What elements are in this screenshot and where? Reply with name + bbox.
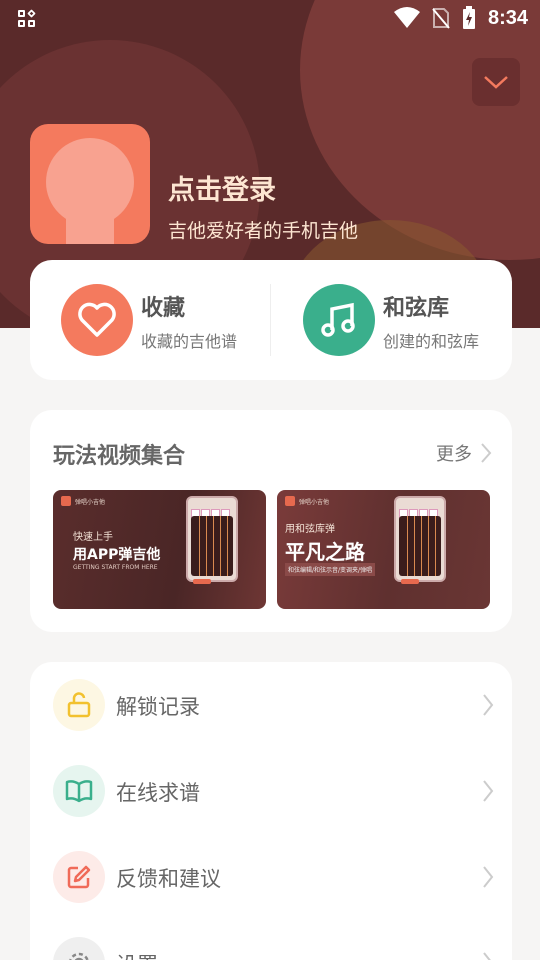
video-line1: 用和弦库弹 (285, 524, 335, 535)
header-dropdown-button[interactable] (472, 58, 520, 106)
favorites-button[interactable]: 收藏 收藏的吉他谱 (61, 284, 261, 356)
menu-item-label: 解锁记录 (116, 695, 200, 719)
menu-item-settings[interactable]: 设置 (30, 920, 512, 960)
menu-item-unlock-records[interactable]: 解锁记录 (30, 662, 512, 748)
section-title: 玩法视频集合 (53, 444, 186, 469)
gear-icon (53, 937, 105, 960)
battery-charging-icon (462, 6, 475, 29)
video-line3: 和弦编辑/和弦示音/变调夹/弹唱 (285, 563, 376, 576)
menu-card: 解锁记录 在线求谱 反馈和建议 设置 (30, 662, 512, 960)
video-thumbnail[interactable]: 弹唱小吉他 用和弦库弹 平凡之路 和弦编辑/和弦示音/变调夹/弹唱 (277, 490, 490, 609)
app-logo-icon (285, 496, 295, 506)
unlock-icon (53, 679, 105, 731)
edit-icon (53, 851, 105, 903)
apps-grid-icon (18, 9, 36, 28)
phone-illustration (186, 496, 238, 584)
menu-item-label: 反馈和建议 (116, 867, 221, 891)
wifi-icon (393, 7, 420, 28)
book-open-icon (53, 765, 105, 817)
more-link[interactable]: 更多 (436, 440, 492, 466)
chord-library-title: 和弦库 (383, 296, 450, 321)
menu-item-label: 在线求谱 (116, 781, 200, 805)
video-thumbnail[interactable]: 弹唱小吉他 快速上手 用APP弹吉他 GETTING START FROM HE… (53, 490, 266, 609)
menu-item-label: 设置 (116, 949, 158, 960)
videos-card: 玩法视频集合 更多 弹唱小吉他 快速上手 用APP弹吉他 GETTING STA… (30, 410, 512, 632)
status-bar: 8:34 (0, 0, 540, 36)
heart-icon (61, 284, 133, 356)
video-line1: 快速上手 (73, 532, 113, 543)
avatar[interactable] (30, 124, 150, 244)
more-label: 更多 (436, 444, 472, 465)
menu-item-feedback[interactable]: 反馈和建议 (30, 834, 512, 920)
app-logo-icon (61, 496, 71, 506)
chevron-right-icon (483, 780, 494, 802)
no-sim-icon (432, 8, 450, 29)
chord-library-subtitle: 创建的和弦库 (383, 332, 480, 351)
login-title[interactable]: 点击登录 (168, 168, 276, 207)
phone-illustration (394, 496, 446, 584)
menu-item-request-tabs[interactable]: 在线求谱 (30, 748, 512, 834)
video-line3: GETTING START FROM HERE (73, 564, 158, 571)
chevron-right-icon (481, 443, 492, 463)
chevron-right-icon (483, 694, 494, 716)
chevron-right-icon (483, 952, 491, 960)
chevron-right-icon (483, 866, 494, 888)
quick-actions-card: 收藏 收藏的吉他谱 和弦库 创建的和弦库 (30, 260, 512, 380)
chevron-down-icon (484, 76, 508, 89)
favorites-title: 收藏 (141, 296, 186, 321)
login-subtitle: 吉他爱好者的手机吉他 (168, 220, 359, 242)
video-line2: 用APP弹吉他 (73, 547, 161, 563)
divider (270, 284, 271, 356)
clock: 8:34 (487, 6, 528, 29)
music-note-icon (303, 284, 375, 356)
video-line2: 平凡之路 (285, 540, 365, 564)
chord-library-button[interactable]: 和弦库 创建的和弦库 (303, 284, 503, 356)
logo-text: 弹唱小吉他 (299, 499, 330, 506)
favorites-subtitle: 收藏的吉他谱 (141, 332, 238, 351)
logo-text: 弹唱小吉他 (75, 499, 106, 506)
